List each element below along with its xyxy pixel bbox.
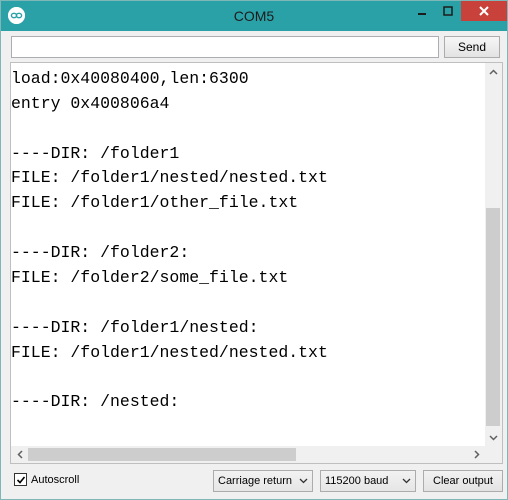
maximize-button[interactable] (435, 1, 461, 21)
chevron-down-icon (299, 478, 308, 484)
output-line: ----DIR: /folder1 (11, 143, 180, 163)
serial-output-pane: load:0x40078000,len:9220load:0x40080400,… (10, 62, 503, 464)
horizontal-scroll-thumb[interactable] (28, 448, 296, 461)
vertical-scrollbar[interactable] (485, 63, 502, 446)
close-button[interactable] (461, 1, 507, 21)
chevron-up-icon (489, 68, 498, 75)
output-line: FILE: /folder2/some_file.txt (11, 268, 289, 288)
output-line: entry 0x400806a4 (11, 93, 170, 113)
chevron-down-icon (402, 478, 411, 484)
output-line: FILE: /folder1/nested/nested.txt (11, 168, 328, 188)
baud-rate-value: 115200 baud (325, 475, 389, 487)
scroll-up-button[interactable] (485, 63, 502, 80)
send-button[interactable]: Send (444, 36, 500, 58)
minimize-icon (418, 13, 426, 15)
output-line: FILE: /folder1/other_file.txt (11, 193, 299, 213)
vertical-scroll-thumb[interactable] (486, 208, 500, 426)
maximize-icon (443, 6, 453, 16)
output-line (11, 117, 328, 142)
scroll-right-button[interactable] (468, 446, 485, 463)
chevron-left-icon (16, 450, 23, 459)
clear-output-button[interactable]: Clear output (423, 470, 503, 492)
close-icon (479, 6, 489, 16)
chevron-down-icon (489, 434, 498, 441)
minimize-button[interactable] (409, 1, 435, 21)
autoscroll-toggle[interactable]: Autoscroll (14, 473, 79, 486)
autoscroll-label: Autoscroll (31, 473, 80, 486)
title-bar[interactable]: COM5 (1, 1, 507, 31)
output-line (11, 216, 328, 241)
scroll-down-button[interactable] (485, 429, 502, 446)
status-bar: Autoscroll Carriage return 115200 baud C… (2, 464, 506, 499)
baud-rate-select[interactable]: 115200 baud (320, 470, 416, 492)
output-line (11, 291, 328, 316)
output-line (11, 366, 328, 391)
scroll-left-button[interactable] (11, 446, 28, 463)
autoscroll-checkbox[interactable] (14, 473, 27, 486)
output-line: FILE: /folder1/nested/nested.txt (11, 342, 328, 362)
chevron-right-icon (473, 450, 480, 459)
serial-input[interactable] (11, 36, 439, 58)
scrollbar-corner (485, 446, 502, 463)
line-ending-select[interactable]: Carriage return (213, 470, 313, 492)
horizontal-scrollbar[interactable] (11, 446, 485, 463)
output-line: ----DIR: /folder2: (11, 243, 190, 263)
checkmark-icon (16, 475, 25, 484)
serial-output-text[interactable]: load:0x40078000,len:9220load:0x40080400,… (11, 63, 485, 446)
serial-monitor-window: COM5 Send load:0x40078000,len:9220load:0… (0, 0, 508, 500)
output-line: ----DIR: /folder1/nested: (11, 317, 259, 337)
send-toolbar: Send (2, 31, 506, 63)
output-lines: load:0x40078000,len:9220load:0x40080400,… (11, 63, 328, 415)
output-line: ----DIR: /nested: (11, 392, 180, 412)
output-line: load:0x40080400,len:6300 (11, 68, 249, 88)
line-ending-value: Carriage return (218, 475, 292, 487)
